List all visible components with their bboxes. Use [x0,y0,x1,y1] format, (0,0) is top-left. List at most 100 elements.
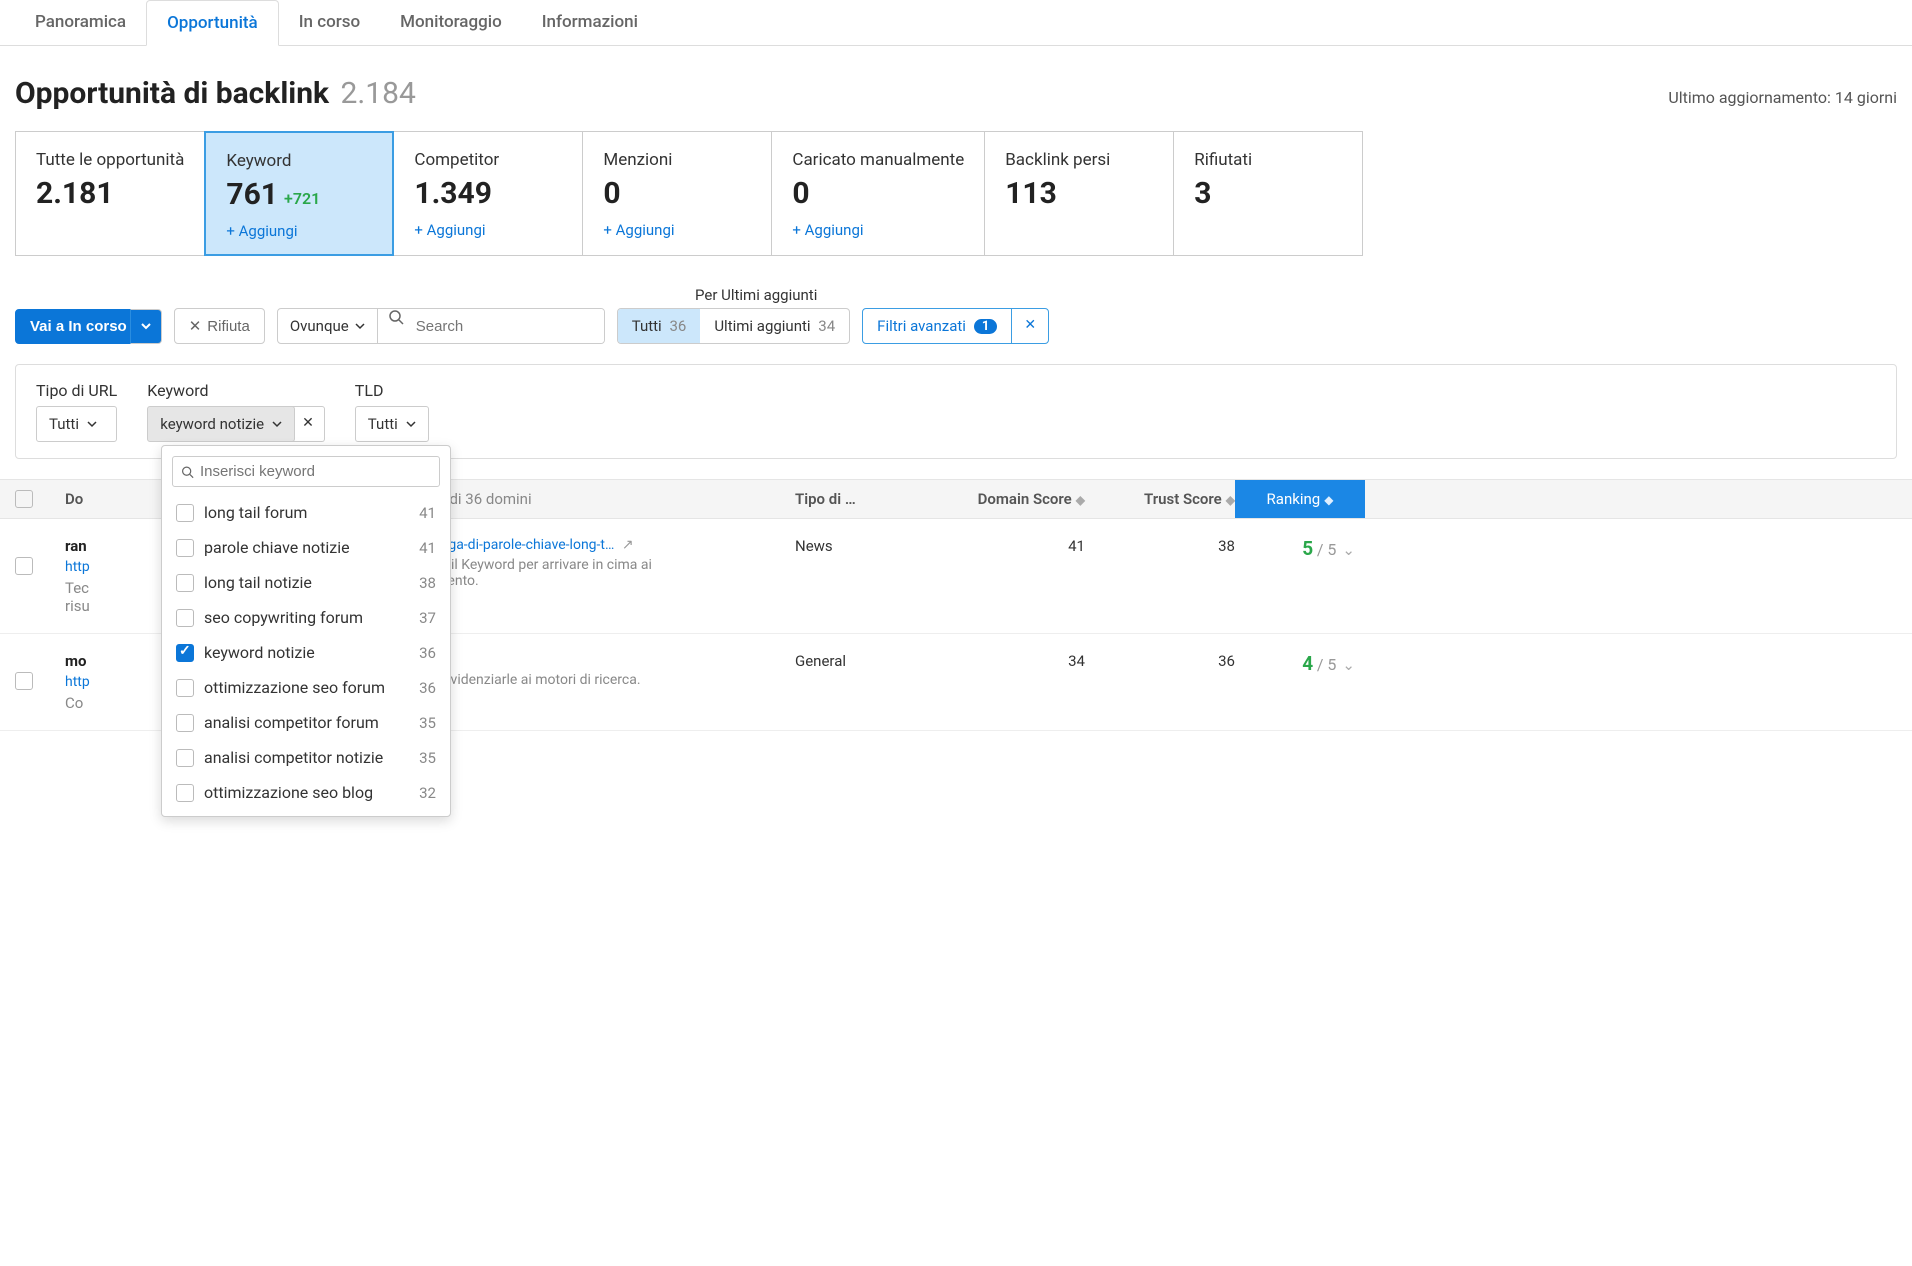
keyword-option[interactable]: parole chiave notizie 41 [162,530,450,565]
x-icon: ✕ [189,317,202,335]
filter-keyword-clear[interactable]: ✕ [292,406,325,442]
reject-button[interactable]: ✕ Rifiuta [174,308,265,344]
keyword-option-label: seo copywriting forum [204,608,409,627]
card-value: 761 [226,177,278,212]
checkbox[interactable] [176,504,194,522]
summary-card[interactable]: Tutte le opportunità 2.181 [15,131,205,256]
keyword-option[interactable]: ottimizzazione seo forum36 [162,670,450,705]
segment-label: Per Ultimi aggiunti [680,286,1912,304]
summary-card[interactable]: Menzioni0+ Aggiungi [582,131,772,256]
last-update: Ultimo aggiornamento: 14 giorni [1668,88,1897,107]
segment-all[interactable]: Tutti 36 [618,309,701,343]
card-add-link[interactable]: + Aggiungi [792,221,964,239]
go-to-in-progress-dropdown[interactable] [130,309,162,344]
chevron-down-icon [355,321,365,331]
keyword-option-label: analisi competitor forum [204,713,409,732]
card-add-link[interactable]: + Aggiungi [603,221,751,239]
keyword-option-label: ottimizzazione seo blog [204,783,409,802]
filter-keyword-select[interactable]: keyword notizie [147,406,295,442]
sort-icon: ◆ [1076,493,1085,507]
checkbox[interactable] [176,714,194,732]
segment-group: Tutti 36 Ultimi aggiunti 34 [617,308,850,344]
advanced-filter-button[interactable]: Filtri avanzati 1 [863,309,1011,343]
filter-tld-select[interactable]: Tutti [355,406,429,442]
keyword-option[interactable]: ottimizzazione seo blog 32 [162,775,450,810]
select-all-checkbox[interactable] [15,490,33,508]
keyword-option-count: 36 [419,679,436,697]
checkbox[interactable] [176,679,194,697]
segment-latest-count: 34 [818,317,835,335]
chevron-down-icon [272,419,282,429]
advanced-filter-clear[interactable]: ✕ [1011,309,1048,343]
summary-card[interactable]: Competitor1.349+ Aggiungi [393,131,583,256]
row-ranking[interactable]: 5 / 5⌄ [1235,537,1365,560]
keyword-option[interactable]: keyword notizie36 [162,635,450,670]
card-label: Tutte le opportunità [36,150,184,170]
keyword-option-count: 32 [419,784,436,802]
search-icon [181,465,194,479]
tab-panoramica[interactable]: Panoramica [15,0,146,45]
keyword-option-count: 41 [419,539,436,557]
summary-card[interactable]: Caricato manualmente0+ Aggiungi [771,131,985,256]
keyword-dropdown: long tail forum41 parole chiave notizie 41… [161,445,451,817]
tab-monitoraggio[interactable]: Monitoraggio [380,0,522,45]
keyword-option[interactable]: analisi competitor forum 35 [162,705,450,740]
keyword-dropdown-search [172,456,440,487]
col-type[interactable]: Tipo di … [795,490,935,508]
page-title: Opportunità di backlink 2.184 [15,76,416,111]
checkbox[interactable] [176,609,194,627]
keyword-dropdown-input[interactable] [200,463,431,480]
segment-all-count: 36 [669,317,686,335]
chevron-down-icon [141,321,151,331]
card-add-link[interactable]: + Aggiungi [414,221,562,239]
advanced-filter-count: 1 [974,319,997,334]
filter-url-type-select[interactable]: Tutti [36,406,117,442]
filter-keyword-label: Keyword [147,381,325,400]
search-group: Ovunque [277,308,605,344]
segment-latest[interactable]: Ultimi aggiunti 34 [700,309,849,343]
card-add-link[interactable]: + Aggiungi [226,222,372,240]
go-to-in-progress-button[interactable]: Vai a In corso [15,309,142,344]
page-header: Opportunità di backlink 2.184 Ultimo agg… [0,46,1912,131]
keyword-option-count: 37 [419,609,436,627]
col-ranking[interactable]: Ranking◆ [1235,480,1365,518]
summary-card[interactable]: Backlink persi113 [984,131,1174,256]
card-value: 2.181 [36,176,114,211]
keyword-option[interactable]: analisi competitor notizie35 [162,740,450,775]
tab-in-corso[interactable]: In corso [279,0,380,45]
search-input[interactable] [404,309,604,343]
row-checkbox[interactable] [15,672,33,690]
chevron-down-icon [87,419,97,429]
checkbox[interactable] [176,644,194,662]
keyword-option-label: long tail notizie [204,573,409,592]
keyword-option-count: 36 [419,644,436,662]
col-trust-score[interactable]: Trust Score◆ [1085,490,1235,508]
summary-card[interactable]: Rifiutati 3 [1173,131,1363,256]
keyword-option[interactable]: long tail forum41 [162,495,450,530]
checkbox[interactable] [176,784,194,802]
summary-cards: Tutte le opportunità2.181Keyword761+721+… [0,131,1912,286]
row-ranking[interactable]: 4 / 5⌄ [1235,652,1365,675]
toolbar: Vai a In corso ✕ Rifiuta Ovunque Tutti 3… [0,308,1912,364]
checkbox[interactable] [176,539,194,557]
tab-informazioni[interactable]: Informazioni [522,0,658,45]
card-value: 3 [1194,176,1211,211]
checkbox[interactable] [176,574,194,592]
row-checkbox[interactable] [15,557,33,575]
keyword-option[interactable]: seo copywriting forum 37 [162,600,450,635]
card-delta: +721 [284,189,320,208]
checkbox[interactable] [176,749,194,767]
keyword-option-label: parole chiave notizie [204,538,409,557]
keyword-option[interactable]: long tail notizie38 [162,565,450,600]
card-label: Rifiutati [1194,150,1342,170]
keyword-option-count: 35 [419,749,436,767]
card-label: Competitor [414,150,562,170]
col-domain-score[interactable]: Domain Score◆ [935,490,1085,508]
row-type: News [795,537,935,555]
keyword-option-count: 35 [419,714,436,732]
row-trust-score: 36 [1085,652,1235,670]
row-domain-score: 41 [935,537,1085,555]
tab-opportunita[interactable]: Opportunità [146,0,279,46]
search-scope-select[interactable]: Ovunque [278,309,378,343]
summary-card[interactable]: Keyword761+721+ Aggiungi [204,131,394,256]
